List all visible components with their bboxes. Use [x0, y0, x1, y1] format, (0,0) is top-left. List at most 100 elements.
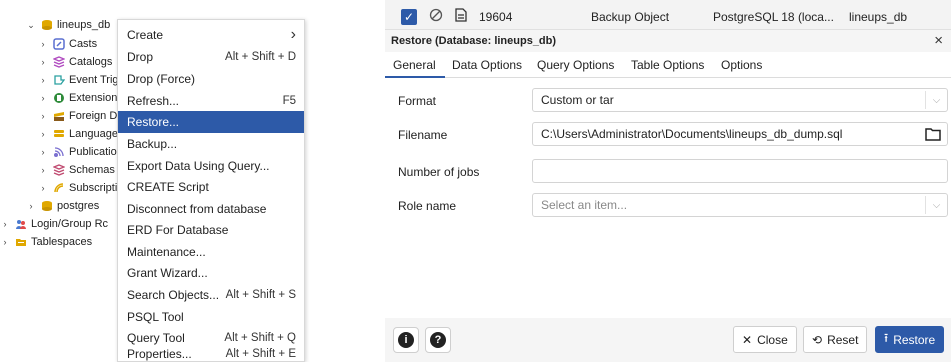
menu-item-drop-force[interactable]: Drop (Force): [118, 68, 304, 90]
menu-item-maintenance[interactable]: Maintenance...: [118, 241, 304, 263]
tree-item-catalogs[interactable]: › Catalogs: [38, 53, 113, 71]
close-icon: ✕: [742, 332, 753, 347]
chevron-right-icon[interactable]: ›: [38, 39, 48, 49]
menu-item-label: Drop (Force): [127, 72, 196, 86]
chevron-down-icon[interactable]: ⌄: [26, 20, 36, 31]
process-row[interactable]: ✓ 19604 Backup Object PostgreSQL 18 (loc…: [385, 0, 951, 30]
filename-label: Filename: [398, 128, 448, 142]
menu-item-label: CREATE Script: [127, 180, 209, 194]
tree-item-schemas[interactable]: › Schemas: [38, 161, 115, 179]
chevron-right-icon[interactable]: ›: [38, 93, 48, 103]
process-type: Backup Object: [591, 10, 670, 24]
dialog-title: Restore (Database: lineups_db): [391, 35, 557, 47]
menu-item-shortcut: Alt + Shift + Q: [224, 332, 296, 344]
chevron-right-icon[interactable]: ›: [26, 201, 36, 211]
upload-icon: ⭱: [884, 331, 889, 345]
menu-item-properties[interactable]: Properties... Alt + Shift + E: [118, 346, 304, 362]
tree-item-casts[interactable]: › Casts: [38, 35, 98, 53]
menu-item-restore[interactable]: Restore...: [118, 111, 304, 133]
jobs-label: Number of jobs: [398, 165, 480, 179]
menu-item-create[interactable]: Create ›: [118, 24, 304, 46]
format-select[interactable]: Custom or tar ⌵: [532, 88, 948, 112]
tree-item-label: Casts: [69, 38, 98, 50]
tree-item-tablespaces[interactable]: › Tablespaces: [0, 233, 93, 251]
filename-input[interactable]: C:\Users\Administrator\Documents\lineups…: [532, 122, 948, 146]
tree-item-label: Publicatio: [69, 146, 117, 158]
chevron-right-icon[interactable]: ›: [38, 147, 48, 157]
tree-item-languages[interactable]: › Language: [38, 125, 118, 143]
help-button[interactable]: ?: [425, 327, 451, 353]
role-placeholder: Select an item...: [541, 198, 628, 212]
format-label: Format: [398, 94, 437, 108]
menu-item-disconnect[interactable]: Disconnect from database: [118, 198, 304, 220]
menu-item-backup[interactable]: Backup...: [118, 133, 304, 155]
menu-item-search-objects[interactable]: Search Objects... Alt + Shift + S: [118, 284, 304, 306]
restore-button[interactable]: ⭱ Restore: [875, 326, 945, 353]
menu-item-label: Properties...: [127, 347, 192, 361]
tab-general[interactable]: General: [393, 58, 436, 72]
database-icon: [40, 19, 53, 31]
tablespace-icon: [14, 236, 27, 248]
menu-item-drop[interactable]: Drop Alt + Shift + D: [118, 46, 304, 68]
chevron-down-icon[interactable]: ⌵: [925, 91, 947, 109]
role-label: Role name: [398, 199, 457, 213]
chevron-right-icon[interactable]: ›: [0, 237, 10, 247]
chevron-right-icon[interactable]: ›: [38, 165, 48, 175]
tree-item-postgres[interactable]: › postgres: [26, 197, 100, 215]
tree-item-label: Foreign Da: [69, 110, 124, 122]
dialog-tabs: General Data Options Query Options Table…: [385, 52, 951, 78]
document-icon[interactable]: [455, 8, 467, 25]
jobs-input[interactable]: [532, 159, 948, 183]
chevron-right-icon[interactable]: ›: [38, 111, 48, 121]
menu-item-shortcut: Alt + Shift + S: [225, 289, 296, 301]
dialog-header[interactable]: Restore (Database: lineups_db) ×: [385, 30, 951, 52]
tree-item-lineups-db[interactable]: ⌄ lineups_db: [26, 16, 110, 34]
chevron-right-icon[interactable]: ›: [38, 75, 48, 85]
tab-data-options[interactable]: Data Options: [452, 58, 522, 72]
menu-item-psql-tool[interactable]: PSQL Tool: [118, 306, 304, 328]
chevron-right-icon[interactable]: ›: [38, 183, 48, 193]
menu-item-label: Grant Wizard...: [127, 266, 208, 280]
chevron-right-icon[interactable]: ›: [38, 57, 48, 67]
tab-table-options[interactable]: Table Options: [631, 58, 704, 72]
folder-icon[interactable]: [925, 127, 941, 141]
menu-item-shortcut: Alt + Shift + D: [225, 51, 296, 63]
schema-icon: [52, 164, 65, 176]
tree-item-foreign-data[interactable]: › Foreign Da: [38, 107, 124, 125]
tab-query-options[interactable]: Query Options: [537, 58, 614, 72]
event-trigger-icon: [52, 74, 65, 86]
close-icon[interactable]: ×: [934, 32, 943, 49]
tree-item-publications[interactable]: › Publicatio: [38, 143, 117, 161]
menu-item-refresh[interactable]: Refresh... F5: [118, 90, 304, 112]
tree-item-label: Catalogs: [69, 56, 113, 68]
reset-button[interactable]: ⟲ Reset: [803, 326, 868, 353]
publication-icon: [52, 146, 65, 158]
tree-item-event-triggers[interactable]: › Event Trig: [38, 71, 119, 89]
menu-item-label: Refresh...: [127, 94, 180, 108]
menu-item-shortcut: Alt + Shift + E: [225, 348, 296, 360]
filename-value: C:\Users\Administrator\Documents\lineups…: [541, 127, 843, 141]
chevron-right-icon[interactable]: ›: [0, 219, 10, 229]
menu-item-create-script[interactable]: CREATE Script: [118, 176, 304, 198]
chevron-right-icon[interactable]: ›: [38, 129, 48, 139]
close-button[interactable]: ✕ Close: [733, 326, 797, 353]
chevron-down-icon[interactable]: ⌵: [925, 196, 947, 214]
info-button[interactable]: i: [393, 327, 419, 353]
menu-item-label: Restore...: [127, 115, 180, 129]
tree-item-subscriptions[interactable]: › Subscripti: [38, 179, 118, 197]
login-role-icon: [14, 218, 27, 230]
row-checkbox[interactable]: ✓: [401, 9, 417, 25]
menu-item-export-data[interactable]: Export Data Using Query...: [118, 155, 304, 177]
menu-item-shortcut: F5: [282, 95, 296, 107]
role-select[interactable]: Select an item... ⌵: [532, 193, 948, 217]
tree-item-extensions[interactable]: › Extension: [38, 89, 118, 107]
active-tab-indicator: [385, 76, 445, 78]
tree-item-label: Login/Group Rc: [31, 218, 109, 230]
tree-item-login-group-roles[interactable]: › Login/Group Rc: [0, 215, 109, 233]
cancel-circle-icon[interactable]: [429, 8, 443, 25]
menu-item-label: Drop: [127, 50, 154, 64]
menu-item-grant-wizard[interactable]: Grant Wizard...: [118, 262, 304, 284]
tree-item-label: Schemas: [69, 164, 115, 176]
tab-options[interactable]: Options: [721, 58, 762, 72]
menu-item-erd[interactable]: ERD For Database: [118, 219, 304, 241]
